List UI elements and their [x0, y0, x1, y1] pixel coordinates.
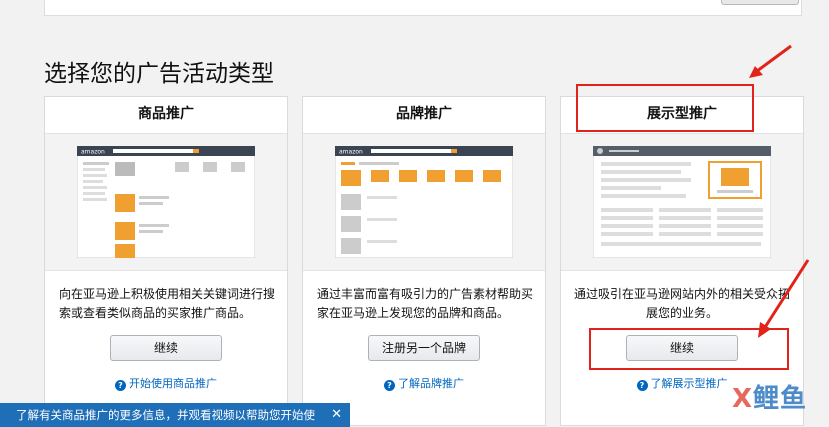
help-icon: ?	[115, 380, 126, 391]
register-brand-button[interactable]: 注册另一个品牌	[368, 335, 480, 361]
sponsored-display-illustration	[561, 134, 803, 271]
info-banner-text: 了解有关商品推广的更多信息，并观看视频以帮助您开始使	[16, 408, 315, 422]
sponsored-brands-illustration: amazon	[303, 134, 545, 271]
annotation-arrow-icon	[758, 259, 810, 338]
sponsored-products-illustration: amazon	[45, 134, 287, 271]
continue-button[interactable]: 继续	[110, 335, 222, 361]
info-banner[interactable]: 了解有关商品推广的更多信息，并观看视频以帮助您开始使 ✕	[0, 403, 350, 427]
help-link-label: 开始使用商品推广	[129, 377, 217, 390]
card-description: 通过丰富而富有吸引力的广告素材帮助买家在亚马逊上发现您的品牌和商品。	[317, 287, 534, 320]
card-title: 品牌推广	[303, 97, 545, 134]
mockup-logo: amazon	[339, 149, 363, 156]
help-link-label: 了解展示型推广	[650, 377, 728, 390]
annotation-box-title	[576, 84, 754, 132]
help-icon: ?	[636, 380, 648, 391]
card-description: 向在亚马逊上积极使用相关关键词进行搜索或查看类似商品的买家推广商品。	[59, 287, 276, 320]
mockup-logo: amazon	[81, 149, 105, 156]
section-title: 选择您的广告活动类型	[44, 61, 274, 87]
campaign-card-sponsored-brands: 品牌推广 amazon 通过丰富而富有吸引力的广告素材帮助买家在亚马逊上发现您的…	[302, 96, 546, 426]
close-icon[interactable]: ✕	[331, 403, 342, 427]
previous-panel	[44, 0, 802, 16]
annotation-arrow-icon	[749, 44, 792, 78]
previous-panel-button[interactable]	[721, 0, 799, 5]
card-title: 商品推广	[45, 97, 287, 134]
help-link[interactable]: ? 开始使用商品推广	[45, 375, 287, 391]
help-link[interactable]: ? 了解品牌推广	[303, 375, 545, 391]
help-link-label: 了解品牌推广	[398, 377, 464, 390]
watermark-logo: X鲤鱼	[731, 384, 807, 414]
help-icon: ?	[384, 380, 395, 391]
campaign-card-sponsored-products: 商品推广 amazon 向在亚马逊上积极使用相关关键词进行搜索或查看类似商品的买…	[44, 96, 288, 426]
